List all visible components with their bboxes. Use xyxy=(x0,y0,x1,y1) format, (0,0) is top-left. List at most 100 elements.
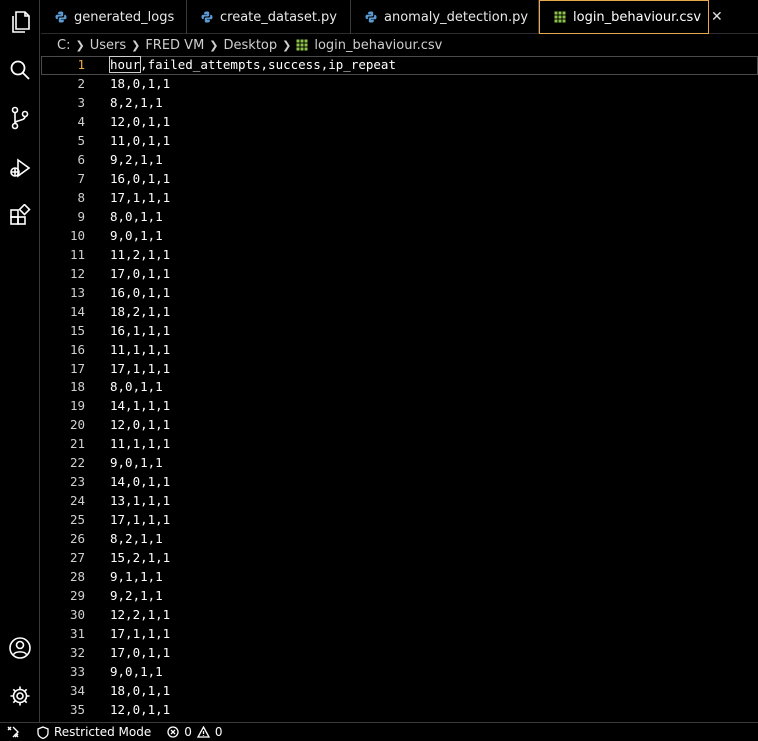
line-text: 12,0,1,1 xyxy=(110,417,171,433)
line-number: 24 xyxy=(69,493,85,509)
code-line[interactable]: 7 16,0,1,1 xyxy=(41,170,758,189)
code-line[interactable]: 23 14,0,1,1 xyxy=(41,473,758,492)
code-line[interactable]: 26 8,2,1,1 xyxy=(41,530,758,549)
code-line[interactable]: 25 17,1,1,1 xyxy=(41,511,758,530)
tab-create-dataset[interactable]: create_dataset.py xyxy=(187,0,351,34)
code-line[interactable]: 15 16,1,1,1 xyxy=(41,322,758,341)
line-number: 11 xyxy=(69,246,85,262)
error-count: 0 xyxy=(184,725,192,739)
code-line[interactable]: 3 8,2,1,1 xyxy=(41,94,758,113)
csv-table-icon xyxy=(554,11,566,23)
code-line[interactable]: 21 11,1,1,1 xyxy=(41,435,758,454)
code-line[interactable]: 10 9,0,1,1 xyxy=(41,227,758,246)
line-number: 22 xyxy=(69,455,85,471)
code-line[interactable]: 19 14,1,1,1 xyxy=(41,397,758,416)
code-line[interactable]: 1 hour,failed_attempts,success,ip_repeat xyxy=(41,56,758,75)
tab-anomaly-detection[interactable]: anomaly_detection.py xyxy=(351,0,539,34)
line-number: 32 xyxy=(69,645,85,661)
close-icon[interactable]: ✕ xyxy=(711,9,723,25)
code-line[interactable]: 12 17,0,1,1 xyxy=(41,265,758,284)
code-line[interactable]: 8 17,1,1,1 xyxy=(41,189,758,208)
activity-bar xyxy=(0,0,40,722)
line-number: 2 xyxy=(77,75,85,91)
line-text: 17,1,1,1 xyxy=(110,626,171,642)
restricted-mode-indicator[interactable]: Restricted Mode xyxy=(37,725,151,739)
warning-icon xyxy=(196,726,210,738)
code-line[interactable]: 4 12,0,1,1 xyxy=(41,113,758,132)
run-debug-icon[interactable] xyxy=(6,154,34,182)
code-line[interactable]: 11 11,2,1,1 xyxy=(41,246,758,265)
line-number: 9 xyxy=(77,208,85,224)
code-line[interactable]: 17 17,1,1,1 xyxy=(41,360,758,379)
explorer-icon[interactable] xyxy=(6,8,34,36)
code-line[interactable]: 29 9,2,1,1 xyxy=(41,587,758,606)
tab-generated-logs[interactable]: generated_logs xyxy=(41,0,187,34)
line-text: 18,0,1,1 xyxy=(110,75,171,91)
code-line[interactable]: 6 9,2,1,1 xyxy=(41,151,758,170)
line-text: 17,0,1,1 xyxy=(110,265,171,281)
line-number: 28 xyxy=(69,569,85,585)
breadcrumb-user[interactable]: FRED VM xyxy=(145,38,204,53)
line-text: 12,0,1,1 xyxy=(110,113,171,129)
search-icon[interactable] xyxy=(6,56,34,84)
line-number: 18 xyxy=(69,379,85,395)
line-number: 30 xyxy=(69,607,85,623)
code-line[interactable]: 24 13,1,1,1 xyxy=(41,492,758,511)
code-line[interactable]: 16 11,1,1,1 xyxy=(41,341,758,360)
line-text: 12,0,1,1 xyxy=(110,701,171,717)
breadcrumb-file[interactable]: login_behaviour.csv xyxy=(314,38,442,53)
python-icon xyxy=(55,11,67,23)
line-number: 16 xyxy=(69,341,85,357)
word-highlight: hour xyxy=(109,56,142,73)
line-text: 17,1,1,1 xyxy=(110,360,171,376)
code-line[interactable]: 34 18,0,1,1 xyxy=(41,682,758,701)
problems-indicator[interactable]: 0 0 xyxy=(167,725,223,739)
source-control-icon[interactable] xyxy=(6,104,34,132)
code-line[interactable]: 31 17,1,1,1 xyxy=(41,625,758,644)
line-text: 12,2,1,1 xyxy=(110,607,171,623)
breadcrumb-users[interactable]: Users xyxy=(90,38,126,53)
breadcrumb-desktop[interactable]: Desktop xyxy=(224,38,278,53)
line-text: 11,1,1,1 xyxy=(110,341,171,357)
line-number: 6 xyxy=(77,151,85,167)
line-number: 8 xyxy=(77,189,85,205)
code-line[interactable]: 28 9,1,1,1 xyxy=(41,568,758,587)
code-line[interactable]: 30 12,2,1,1 xyxy=(41,606,758,625)
code-line[interactable]: 33 9,0,1,1 xyxy=(41,663,758,682)
code-line[interactable]: 14 18,2,1,1 xyxy=(41,303,758,322)
code-line[interactable]: 32 17,0,1,1 xyxy=(41,644,758,663)
line-number: 35 xyxy=(69,701,85,717)
line-number: 12 xyxy=(69,265,85,281)
line-number: 19 xyxy=(69,398,85,414)
code-line[interactable]: 20 12,0,1,1 xyxy=(41,416,758,435)
python-icon xyxy=(365,11,377,23)
breadcrumb-drive[interactable]: C: xyxy=(57,38,70,53)
line-number: 5 xyxy=(77,132,85,148)
line-number: 27 xyxy=(69,550,85,566)
line-text: 18,2,1,1 xyxy=(110,303,171,319)
line-text: 11,1,1,1 xyxy=(110,436,171,452)
remote-indicator-icon[interactable] xyxy=(0,723,26,741)
restricted-mode-label: Restricted Mode xyxy=(54,725,152,739)
code-line[interactable]: 18 8,0,1,1 xyxy=(41,378,758,397)
code-line[interactable]: 2 18,0,1,1 xyxy=(41,75,758,94)
code-line[interactable]: 13 16,0,1,1 xyxy=(41,284,758,303)
line-text: hour,failed_attempts,success,ip_repeat xyxy=(109,56,396,73)
code-line[interactable]: 9 8,0,1,1 xyxy=(41,208,758,227)
line-number: 7 xyxy=(77,170,85,186)
tab-login-behaviour[interactable]: login_behaviour.csv ✕ xyxy=(539,0,723,34)
settings-gear-icon[interactable] xyxy=(6,682,34,710)
extensions-icon[interactable] xyxy=(6,201,34,229)
code-line[interactable]: 27 15,2,1,1 xyxy=(41,549,758,568)
line-text: 9,1,1,1 xyxy=(110,569,163,585)
code-editor[interactable]: 1 hour,failed_attempts,success,ip_repeat 2… xyxy=(41,56,758,722)
code-line[interactable]: 22 9,0,1,1 xyxy=(41,454,758,473)
editor-tab-bar: generated_logs create_dataset.py anomaly… xyxy=(41,0,758,34)
line-number: 1 xyxy=(77,57,85,72)
line-text: 16,0,1,1 xyxy=(110,284,171,300)
code-line[interactable]: 5 11,0,1,1 xyxy=(41,132,758,151)
account-icon[interactable] xyxy=(6,634,34,662)
line-text: 9,0,1,1 xyxy=(110,664,163,679)
line-number: 4 xyxy=(77,113,85,129)
code-line[interactable]: 35 12,0,1,1 xyxy=(41,701,758,720)
